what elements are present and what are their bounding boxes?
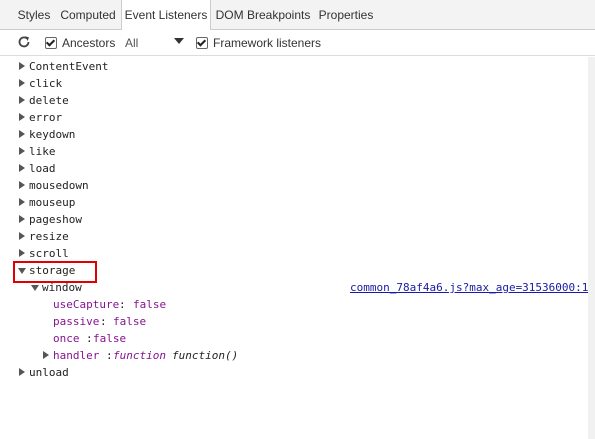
expand-arrow-icon[interactable] (19, 96, 25, 104)
expand-arrow-icon[interactable] (19, 130, 25, 138)
expand-arrow-icon[interactable] (19, 62, 25, 70)
expand-arrow-icon[interactable] (19, 198, 25, 206)
expand-arrow-icon[interactable] (19, 215, 25, 223)
event-name: ContentEvent (29, 60, 109, 73)
event-name: pageshow (29, 213, 82, 226)
tab-properties[interactable]: Properties (315, 0, 377, 30)
listener-filter-select[interactable]: All (125, 36, 138, 50)
property-key: handler (53, 349, 100, 362)
collapse-arrow-icon[interactable] (18, 268, 26, 274)
chevron-down-icon[interactable] (174, 38, 184, 44)
property-colon: : (100, 315, 107, 328)
listener-row-window[interactable]: window common_78af4a6.js?max_age=3153600… (0, 279, 588, 296)
scrollbar[interactable] (588, 57, 595, 439)
listener-target: window (42, 281, 82, 294)
event-name: load (29, 162, 56, 175)
refresh-icon[interactable] (17, 35, 31, 49)
event-name: like (29, 145, 56, 158)
property-key: passive (53, 315, 100, 328)
expand-arrow-icon[interactable] (19, 147, 25, 155)
property-key: useCapture (53, 298, 120, 311)
event-name: mouseup (29, 196, 76, 209)
event-name: delete (29, 94, 69, 107)
expand-arrow-icon[interactable] (19, 368, 25, 376)
property-value: false (133, 298, 167, 311)
collapse-arrow-icon[interactable] (31, 285, 39, 291)
event-name: mousedown (29, 179, 89, 192)
property-colon: : (119, 298, 126, 311)
handler-value: function() (172, 349, 239, 362)
source-link[interactable]: common_78af4a6.js?max_age=31536000:1 (350, 279, 588, 296)
event-listener-tree: ContentEvent click delete error keydown … (0, 57, 588, 439)
expand-arrow-icon[interactable] (43, 351, 49, 359)
event-name: scroll (29, 247, 69, 260)
framework-listeners-checkbox[interactable] (196, 37, 208, 49)
event-name: unload (29, 366, 69, 379)
property-value: false (93, 332, 127, 345)
event-name: click (29, 77, 63, 90)
event-name: resize (29, 230, 69, 243)
property-colon: : (106, 349, 113, 362)
expand-arrow-icon[interactable] (19, 181, 25, 189)
event-name: keydown (29, 128, 76, 141)
tab-dom-breakpoints[interactable]: DOM Breakpoints (212, 0, 314, 30)
tab-event-listeners[interactable]: Event Listeners (121, 0, 211, 31)
framework-listeners-label: Framework listeners (213, 36, 322, 50)
expand-arrow-icon[interactable] (19, 79, 25, 87)
property-key: once (53, 332, 80, 345)
tab-styles[interactable]: Styles (12, 0, 56, 30)
ancestors-checkbox[interactable] (45, 37, 57, 49)
event-name: storage (29, 264, 76, 277)
handler-keyword: function (113, 349, 166, 362)
ancestors-label: Ancestors (62, 36, 116, 50)
event-name: error (29, 111, 63, 124)
expand-arrow-icon[interactable] (19, 164, 25, 172)
expand-arrow-icon[interactable] (19, 232, 25, 240)
tab-computed[interactable]: Computed (57, 0, 119, 30)
panel-tab-bar: Styles Computed Event Listeners DOM Brea… (0, 0, 595, 31)
expand-arrow-icon[interactable] (19, 249, 25, 257)
property-colon: : (86, 332, 93, 345)
expand-arrow-icon[interactable] (19, 113, 25, 121)
property-value: false (113, 315, 147, 328)
